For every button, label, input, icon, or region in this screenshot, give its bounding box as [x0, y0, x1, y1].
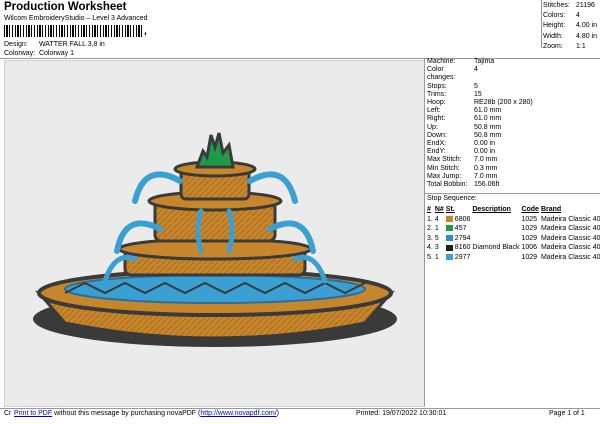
color-swatch [445, 215, 453, 222]
stitch-count: 2977 [445, 253, 473, 263]
design-label: Design: [4, 41, 28, 48]
stat-height: Height: 4.00 in [543, 22, 598, 30]
stop-num: 1. [427, 215, 433, 223]
footer-cr: Cr [4, 410, 12, 417]
thread-description [472, 215, 521, 225]
thread-brand: Madeira Classic 40 [540, 234, 600, 242]
thread-code: 1006 [521, 244, 538, 252]
worksheet-title: Production Worksheet [4, 1, 127, 13]
stat-colors: Colors: 4 [543, 12, 580, 20]
thread-code: 1029 [521, 225, 538, 233]
printed-timestamp: Printed: 19/07/2022 10:30:01 [356, 410, 447, 417]
stop-row: 4. 3 8160 Diamond Black 1006 Madeira Classic … [427, 243, 600, 253]
panel-divider [424, 58, 425, 406]
stat-stitches: Stitches: 21196 [543, 2, 595, 9]
stitch-count: 6806 [445, 215, 473, 225]
barcode [4, 25, 142, 37]
color-swatch [445, 254, 453, 261]
stats-divider [541, 0, 542, 48]
stop-num: 4. [427, 244, 433, 252]
thread-brand: Madeira Classic 40 [540, 215, 600, 223]
stop-row: 2. 1 457 1029 Madeira Classic 40 [427, 224, 600, 234]
stop-sequence-title: Stop Sequence: [427, 195, 477, 202]
footer-divider [0, 408, 600, 409]
needle-num: 4 [434, 215, 439, 223]
footer-message: Print to PDF without this message by pur… [14, 410, 279, 417]
design-value: WATTER FALL 3,8 in [38, 41, 105, 48]
stop-table-header: # N# St. Description Code Brand [427, 206, 562, 213]
fountain-embroidery-image [33, 132, 397, 347]
page-number: Page 1 of 1 [549, 410, 585, 417]
thread-description [472, 253, 521, 263]
thread-brand: Madeira Classic 40 [540, 225, 600, 233]
software-subtitle: Wilcom EmbroideryStudio – Level 3 Advanc… [4, 15, 148, 22]
stat-zoom: Zoom: 1:1 [543, 42, 586, 50]
machine-info: Machine: Tajima Color changes: 4 Stops: 5 T… [427, 58, 533, 189]
design-row: Design: WATTER FALL 3,8 in [4, 41, 105, 48]
stitch-count: 457 [445, 224, 473, 234]
colorway-value: Colorway 1 [38, 50, 74, 57]
stop-num: 5. [427, 253, 433, 261]
stop-divider [425, 193, 600, 194]
needle-num: 5 [434, 234, 439, 242]
thread-code: 1029 [521, 234, 538, 242]
barcode-mark: , [144, 26, 147, 37]
design-stats: Stitches: 21196 Colors: 4 Height: 4.00 in W… [543, 1, 597, 52]
needle-num: 3 [434, 244, 439, 252]
stitch-count: 8160 [445, 243, 473, 253]
print-to-pdf-link[interactable]: Print to PDF [14, 410, 52, 417]
stop-row: 3. 5 2794 1029 Madeira Classic 40 [427, 234, 600, 244]
stitch-count: 2794 [445, 234, 473, 244]
design-preview [4, 60, 425, 407]
thread-brand: Madeira Classic 40 [540, 244, 600, 252]
thread-brand: Madeira Classic 40 [540, 253, 600, 261]
thread-description [472, 224, 521, 234]
thread-description [472, 234, 521, 244]
thread-code: 1025 [521, 215, 538, 223]
stop-num: 3. [427, 234, 433, 242]
colorway-row: Colorway: Colorway 1 [4, 50, 74, 57]
color-swatch [445, 234, 453, 241]
stop-sequence-table: # N# St. Description Code Brand 1. 4 6806 1… [427, 205, 600, 263]
novapdf-link[interactable]: http://www.novapdf.com/ [200, 410, 276, 417]
colorway-label: Colorway: [4, 50, 36, 57]
color-swatch [445, 244, 453, 251]
thread-description: Diamond Black [472, 244, 520, 252]
thread-code: 1029 [521, 253, 538, 261]
stop-num: 2. [427, 225, 433, 233]
stop-row: 1. 4 6806 1025 Madeira Classic 40 [427, 215, 600, 225]
needle-num: 1 [434, 253, 439, 261]
stat-width: Width: 4.80 in [543, 32, 598, 40]
color-swatch [445, 225, 453, 232]
stop-row: 5. 1 2977 1029 Madeira Classic 40 [427, 253, 600, 263]
needle-num: 1 [434, 225, 439, 233]
